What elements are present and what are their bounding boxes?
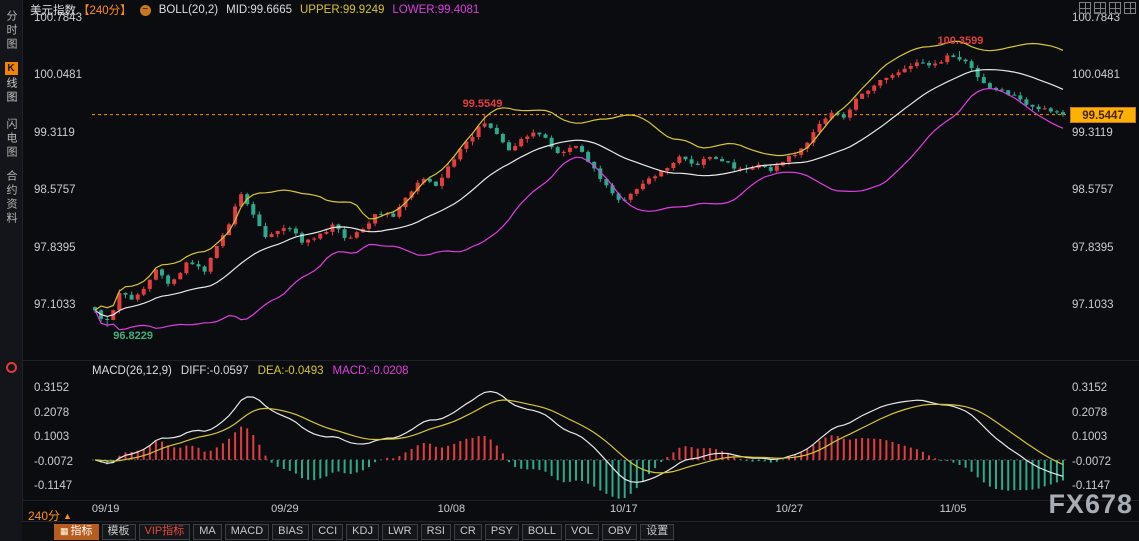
toolbar-tab-11[interactable]: PSY [484, 523, 519, 540]
toolbar-tab-6[interactable]: CCI [312, 523, 344, 540]
indicator-name: BOLL(20,2) [158, 4, 219, 16]
toolbar-tab-10[interactable]: CR [453, 523, 482, 540]
toolbar-tab-4[interactable]: MACD [224, 523, 270, 540]
boll-upper-value: UPPER:99.9249 [300, 4, 385, 16]
macd-dea-value: DEA:-0.0493 [257, 365, 324, 377]
sidebar-item-label: 分时图 [5, 10, 17, 52]
layout-grid-icon[interactable] [1094, 2, 1106, 14]
toolbar-tab-8[interactable]: LWR [381, 523, 418, 540]
sidebar-item-time-chart[interactable]: 分时图 [0, 10, 22, 57]
boll-mid-line [94, 68, 1064, 318]
toolbar-tab-3[interactable]: MA [193, 523, 222, 540]
toolbar-tab-1[interactable]: 模板 [101, 523, 136, 540]
kline-badge: K [4, 62, 18, 75]
window-layout-controls [1079, 2, 1136, 14]
chart-header: 美元指数 【240分】 − BOLL(20,2) MID:99.6665 UPP… [30, 3, 479, 17]
boll-upper-line [94, 40, 1064, 311]
toolbar-tab-13[interactable]: VOL [564, 523, 599, 540]
price-chart[interactable] [0, 0, 1139, 541]
macd-header: MACD(26,12,9) DIFF:-0.0597 DEA:-0.0493 M… [92, 365, 409, 377]
axis-separator [22, 500, 1139, 501]
layout-grid-icon[interactable] [1109, 2, 1121, 14]
toolbar-tab-15[interactable]: 设置 [640, 523, 675, 540]
candles-layer [93, 51, 1065, 327]
toolbar-tab-2[interactable]: VIP指标 [138, 523, 191, 540]
sidebar-item-label: 合约资料 [5, 170, 17, 226]
layout-grid-icon[interactable] [1079, 2, 1091, 14]
macd-diff-value: DIFF:-0.0597 [180, 365, 249, 377]
toolbar-tab-12[interactable]: BOLL [521, 523, 562, 540]
layout-grid-icon[interactable] [1124, 2, 1136, 14]
timeframe-label: 【240分】 [78, 5, 132, 17]
sidebar-item-label: 线图 [5, 77, 17, 105]
macd-hist-value: MACD:-0.0208 [332, 365, 409, 377]
toolbar-tab-5[interactable]: BIAS [272, 523, 310, 540]
toolbar-tab-0[interactable]: ▦ 指标 [54, 523, 99, 540]
chart-type-sidebar: 分时图 K 线图 闪电图 合约资料 [0, 0, 23, 541]
indicator-grid-icon: ▦ [60, 525, 69, 536]
sidebar-item-label: 闪电图 [5, 118, 17, 160]
record-dot-icon [6, 362, 17, 373]
toolbar-tab-7[interactable]: KDJ [346, 523, 379, 540]
sidebar-item-lightning-chart[interactable]: 闪电图 [0, 118, 22, 165]
macd-indicator-name: MACD(26,12,9) [92, 365, 172, 377]
boll-lower-value: LOWER:99.4081 [392, 4, 480, 16]
indicator-toolbar: ▦ 指标 模板 VIP指标 MA MACD BIAS CCI KDJ LWR RSI CR PSY BOL… [22, 521, 1139, 541]
toolbar-tab-9[interactable]: RSI [420, 523, 451, 540]
chevron-up-icon: ▲ [63, 510, 72, 521]
collapse-icon[interactable]: − [139, 4, 151, 16]
trading-app-window: 100.7843 100.7843 100.0481 100.0481 99.3119 9… [0, 0, 1139, 541]
panel-separator [22, 360, 1139, 361]
sidebar-item-contract-info[interactable]: 合约资料 [0, 170, 22, 231]
symbol-name: 美元指数 [30, 5, 76, 17]
brand-watermark: FX678 [1048, 489, 1133, 519]
macd-histogram [100, 426, 1064, 499]
toolbar-tab-14[interactable]: OBV [602, 523, 638, 540]
sidebar-item-kline-chart[interactable]: K 线图 [0, 62, 22, 110]
boll-mid-value: MID:99.6665 [226, 4, 292, 16]
